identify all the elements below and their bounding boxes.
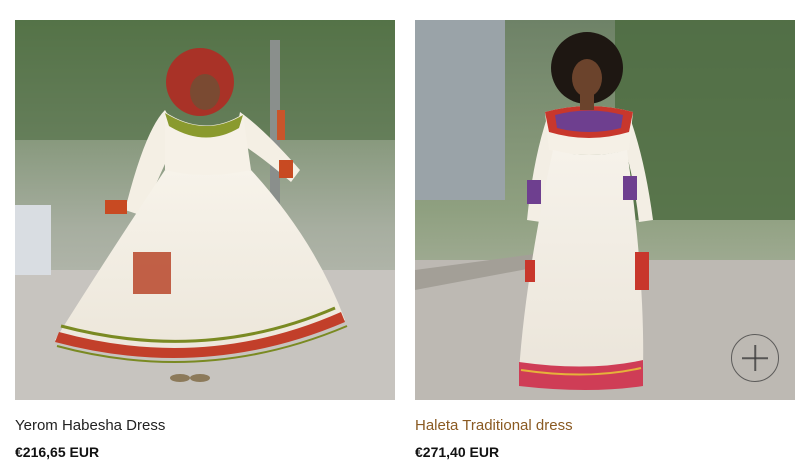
quick-add-plus-icon[interactable] — [731, 334, 779, 382]
product-image[interactable] — [15, 20, 395, 400]
product-image[interactable] — [415, 20, 795, 400]
product-title[interactable]: Haleta Traditional dress — [415, 416, 795, 436]
product-title[interactable]: Yerom Habesha Dress — [15, 416, 395, 436]
product-price: €271,40 EUR — [415, 444, 500, 460]
product-price: €216,65 EUR — [15, 444, 100, 460]
product-photo-yerom — [15, 20, 395, 400]
product-card[interactable]: Yerom Habesha Dress €216,65 EUR — [15, 20, 395, 460]
product-card[interactable]: Haleta Traditional dress €271,40 EUR — [415, 20, 795, 460]
